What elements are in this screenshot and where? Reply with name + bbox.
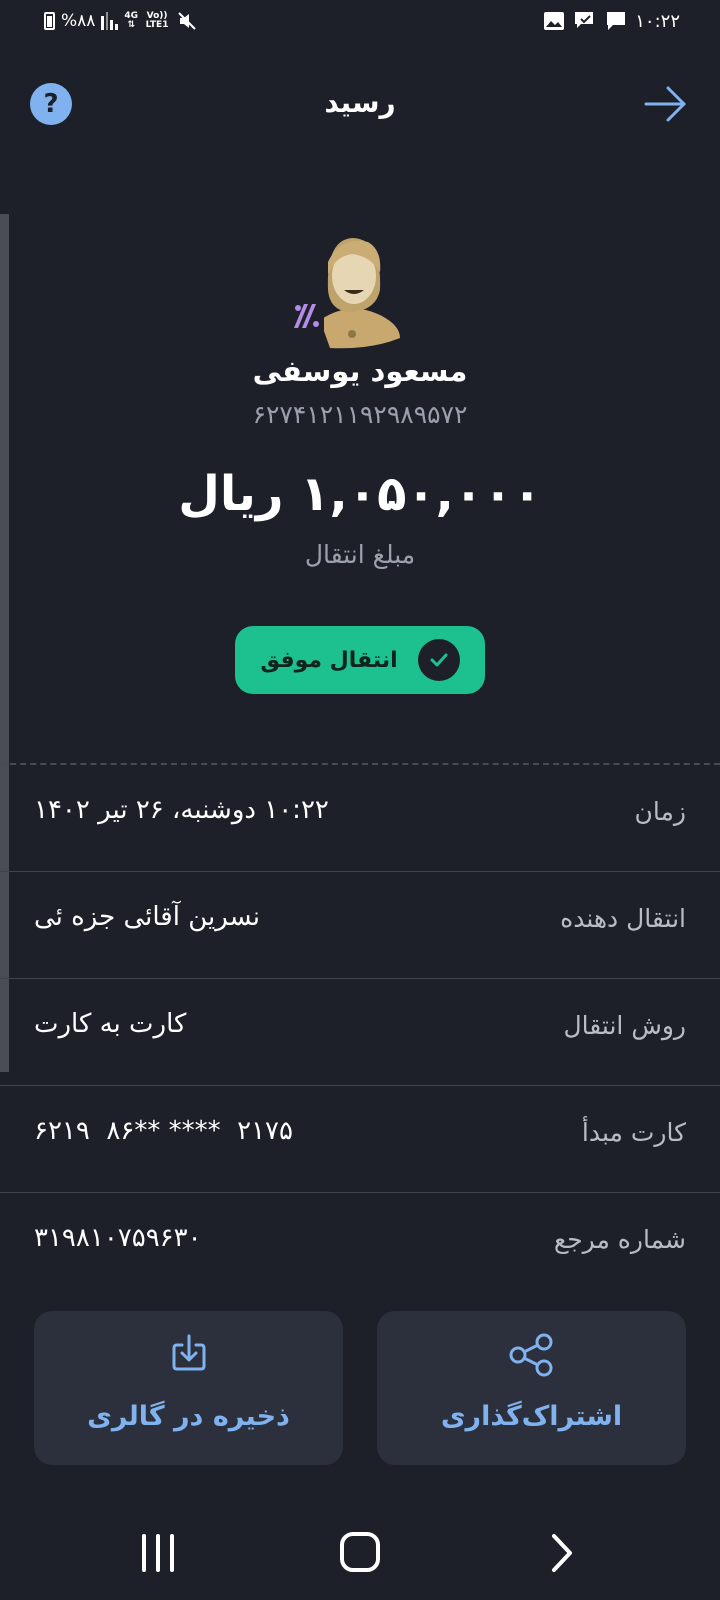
detail-row-reference: شماره مرجع ۳۱۹۸۱۰۷۵۹۶۳۰	[0, 1193, 720, 1299]
status-left: %۸۸ 4G ⇅ Vo)) LTE1	[44, 10, 198, 32]
download-icon	[172, 1334, 205, 1371]
detail-label: شماره مرجع	[553, 1225, 686, 1254]
recipient-card-number: ۶۲۷۴۱۲۱۱۹۲۹۸۹۵۷۲	[252, 400, 468, 429]
status-right: ۱۰:۲۲	[543, 10, 680, 32]
share-label: اشتراک‌گذاری	[440, 1401, 623, 1432]
detail-value: ۶۲۱۹ ۸۶** **** ۲۱۷۵	[34, 1116, 293, 1146]
detail-label: انتقال دهنده	[560, 904, 686, 933]
signal-icon	[101, 12, 119, 30]
image-notification-icon	[544, 12, 565, 30]
back-nav-button[interactable]	[532, 1528, 592, 1578]
bank-logo-icon	[290, 300, 324, 334]
amount-caption: مبلغ انتقال	[304, 540, 416, 569]
arrow-right-icon	[644, 86, 686, 122]
data-arrows-icon: ⇅	[127, 20, 136, 30]
volte-label: Vo)) LTE1	[145, 11, 169, 30]
detail-label: کارت مبدأ	[581, 1118, 686, 1147]
transfer-amount: ۱,۰۵۰,۰۰۰ ریال	[178, 466, 542, 522]
network-type-icon: 4G ⇅	[124, 12, 138, 30]
detail-value: نسرین آقائی جزه ئی	[34, 902, 261, 932]
detail-row-method: روش انتقال کارت به کارت	[0, 979, 720, 1086]
messages-notification-icon	[575, 12, 594, 28]
details-list: زمان ۱۰:۲۲ دوشنبه، ۲۶ تیر ۱۴۰۲ انتقال ده…	[0, 765, 720, 1299]
save-to-gallery-button[interactable]: ذخیره در گالری	[34, 1311, 343, 1465]
save-label: ذخیره در گالری	[87, 1401, 290, 1432]
check-icon	[417, 639, 460, 681]
detail-row-source-card: کارت مبدأ ۶۲۱۹ ۸۶** **** ۲۱۷۵	[0, 1086, 720, 1193]
page-title: رسید	[324, 86, 396, 119]
battery-icon	[44, 12, 55, 30]
detail-row-time: زمان ۱۰:۲۲ دوشنبه، ۲۶ تیر ۱۴۰۲	[0, 765, 720, 872]
mute-icon	[178, 12, 196, 30]
chat-notification-icon	[607, 12, 626, 30]
detail-row-sender: انتقال دهنده نسرین آقائی جزه ئی	[0, 872, 720, 979]
home-icon	[340, 1532, 380, 1572]
detail-label: روش انتقال	[563, 1011, 687, 1040]
recent-apps-icon	[142, 1534, 174, 1572]
clock: ۱۰:۲۲	[635, 10, 680, 32]
detail-value: ۳۱۹۸۱۰۷۵۹۶۳۰	[34, 1223, 202, 1253]
recipient-avatar	[290, 238, 400, 349]
share-icon	[509, 1333, 552, 1377]
action-buttons: ذخیره در گالری اشتراک‌گذاری	[34, 1311, 686, 1465]
chevron-right-icon	[552, 1534, 572, 1572]
recipient-name: مسعود یوسفی	[252, 354, 468, 388]
status-badge: انتقال موفق	[235, 626, 485, 694]
app-header: ? رسید	[0, 70, 720, 140]
status-label: انتقال موفق	[260, 647, 398, 673]
recent-apps-button[interactable]	[128, 1528, 188, 1578]
system-nav-bar	[0, 1510, 720, 1590]
battery-text: %۸۸	[61, 11, 96, 31]
share-button[interactable]: اشتراک‌گذاری	[377, 1311, 686, 1465]
back-button[interactable]	[642, 84, 690, 124]
home-button[interactable]	[330, 1528, 390, 1578]
detail-value: کارت به کارت	[34, 1009, 187, 1039]
status-bar: %۸۸ 4G ⇅ Vo)) LTE1 ۱۰:۲۲	[0, 0, 720, 44]
detail-label: زمان	[634, 797, 686, 826]
detail-value: ۱۰:۲۲ دوشنبه، ۲۶ تیر ۱۴۰۲	[34, 795, 329, 825]
